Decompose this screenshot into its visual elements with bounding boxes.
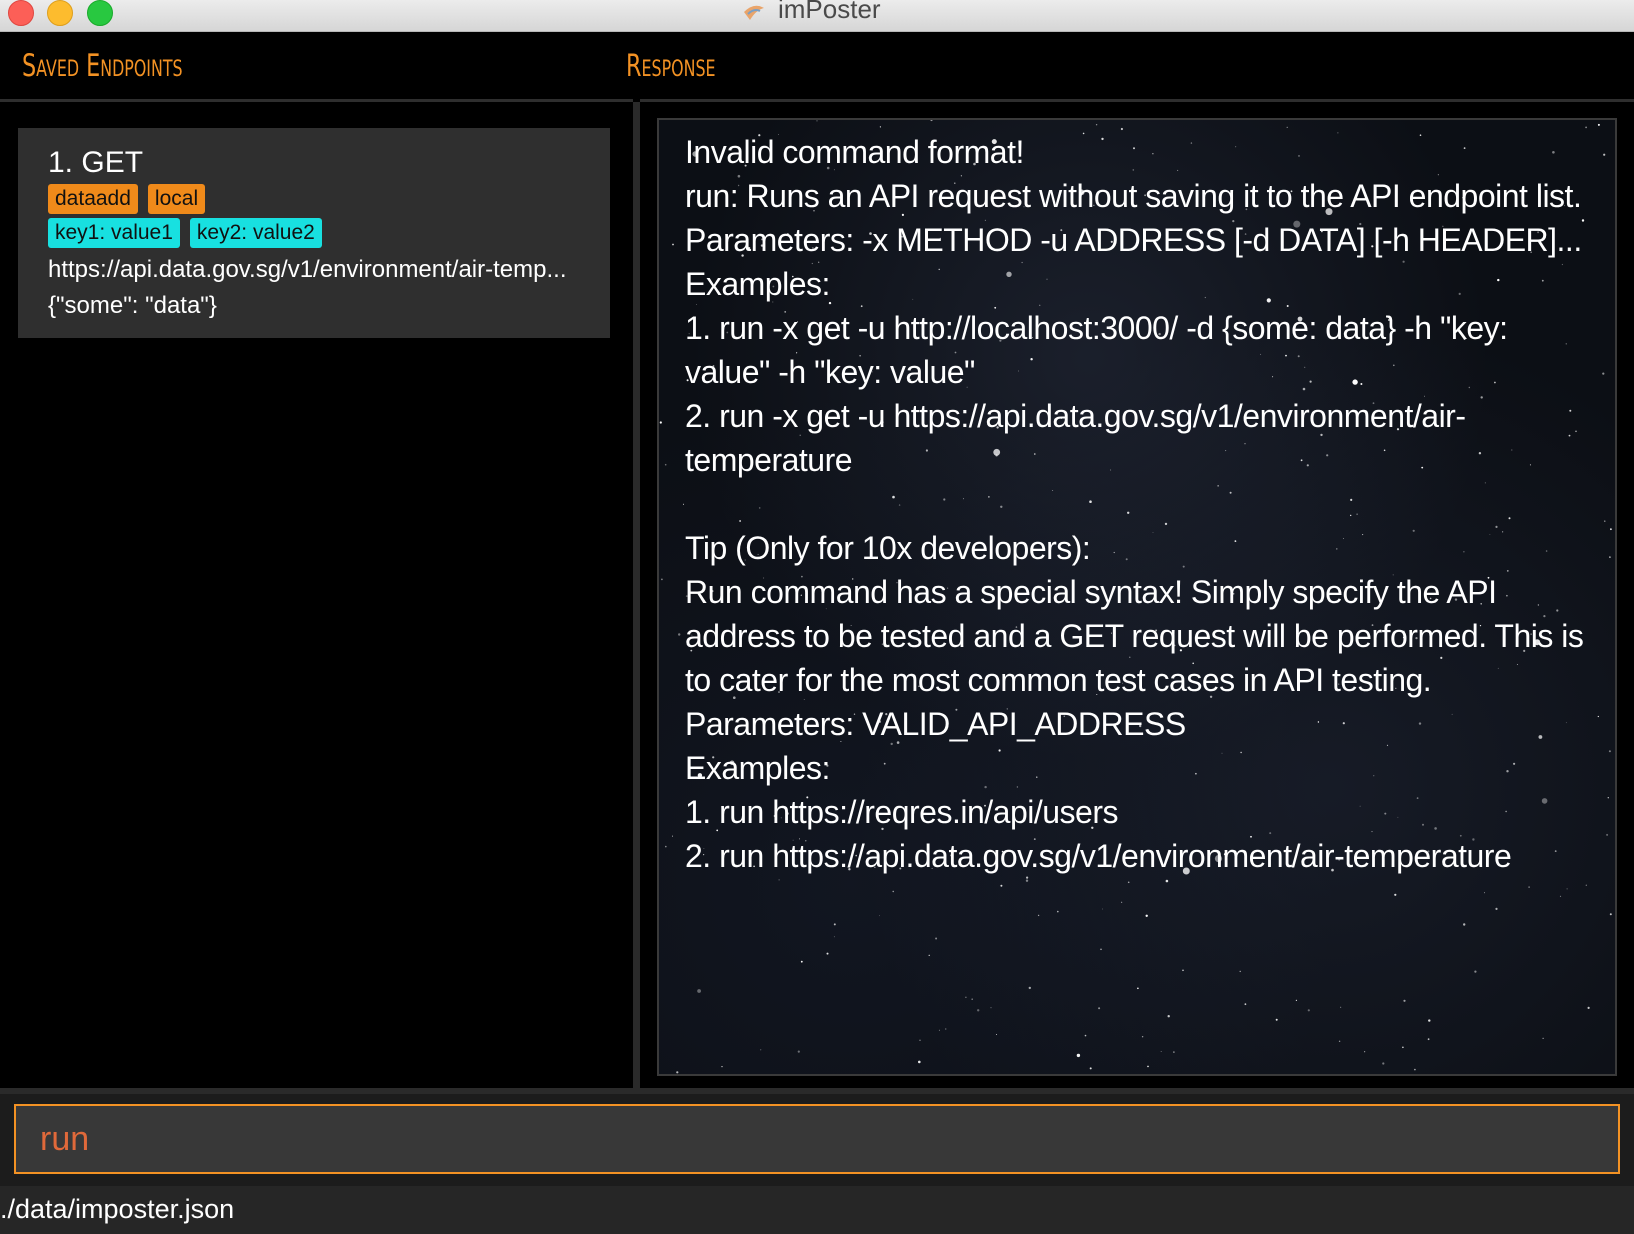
- response-header: Response: [626, 32, 1634, 102]
- endpoint-index-method: 1. GET: [48, 146, 144, 179]
- endpoint-headers: key1: value1 key2: value2: [48, 218, 610, 252]
- response-title: Response: [626, 48, 716, 84]
- status-file-path: ./data/imposter.json: [0, 1194, 235, 1224]
- command-area: [0, 1094, 1634, 1186]
- tag-badge: local: [147, 184, 206, 214]
- saved-endpoints-title: Saved Endpoints: [22, 48, 183, 84]
- close-window-button[interactable]: [8, 0, 34, 26]
- endpoint-data: {"some": "data"}: [48, 292, 217, 319]
- response-display[interactable]: Invalid command format! run: Runs an API…: [657, 118, 1617, 1076]
- maximize-window-button[interactable]: [87, 0, 113, 26]
- panel-divider[interactable]: [633, 102, 640, 1090]
- header-badge: key1: value1: [48, 218, 180, 248]
- status-bar: ./data/imposter.json: [0, 1186, 1634, 1234]
- saved-endpoints-header: Saved Endpoints: [0, 32, 633, 102]
- window-title: imPoster: [778, 0, 881, 24]
- response-text: Invalid command format! run: Runs an API…: [685, 134, 1584, 874]
- endpoint-card[interactable]: 1. GET dataadd local key1: value1 key2: va…: [18, 128, 610, 338]
- command-input[interactable]: [14, 1104, 1620, 1174]
- endpoint-tags: dataadd local: [48, 184, 610, 218]
- minimize-window-button[interactable]: [47, 0, 73, 26]
- tag-badge: dataadd: [48, 184, 138, 214]
- title-bar: imPoster: [0, 0, 1634, 32]
- app-logo-icon: [744, 5, 764, 20]
- endpoint-address: https://api.data.gov.sg/v1/environment/a…: [48, 256, 567, 283]
- header-badge: key2: value2: [189, 218, 322, 248]
